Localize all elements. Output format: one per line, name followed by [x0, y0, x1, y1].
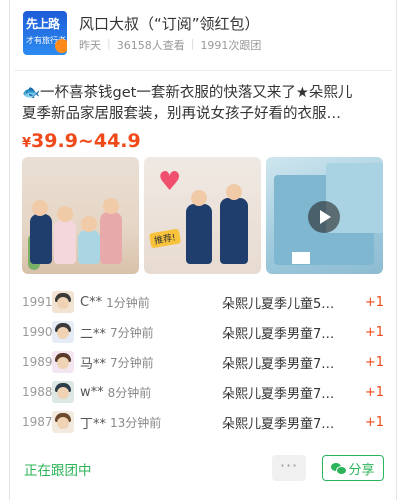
logo-badge-icon: [55, 39, 67, 53]
list-item[interactable]: 1990 二** 7分钟前 朵熙儿夏季男童7… +1: [22, 317, 384, 347]
divider: [14, 70, 392, 71]
share-button[interactable]: 分享: [322, 455, 384, 481]
avatar: [52, 411, 74, 433]
list-item[interactable]: 1991 C** 1分钟前 朵熙儿夏季儿童5… +1: [22, 287, 384, 317]
join-status[interactable]: 正在跟团中: [24, 459, 92, 479]
follower-list: 1991 C** 1分钟前 朵熙儿夏季儿童5… +1 1990 二** 7分钟前…: [22, 287, 384, 437]
price-value: 39.9~44.9: [31, 130, 141, 152]
product-video-packaging[interactable]: [266, 157, 383, 274]
list-item[interactable]: 1988 w** 8分钟前 朵熙儿夏季男童7… +1: [22, 377, 384, 407]
share-label: 分享: [348, 462, 375, 478]
recommend-tag: 推荐!: [148, 228, 181, 249]
price-range: ¥39.9~44.9: [22, 130, 141, 152]
list-item[interactable]: 1989 马** 7分钟前 朵熙儿夏季男童7… +1: [22, 347, 384, 377]
avatar: [52, 381, 74, 403]
post-footer: 正在跟团中 ··· 分享: [22, 455, 384, 483]
post-meta: 昨天 | 36158人查看 | 1991次跟团: [79, 37, 262, 52]
wechat-icon: [331, 462, 348, 475]
view-count: 36158人查看: [116, 39, 185, 52]
play-icon[interactable]: [308, 201, 340, 233]
avatar: [52, 351, 74, 373]
package-label: [292, 252, 310, 264]
product-images: ♥ 推荐!: [22, 157, 383, 274]
product-image-kids-pajamas[interactable]: ♥ 推荐!: [144, 157, 261, 274]
list-item[interactable]: 1987 丁** 13分钟前 朵熙儿夏季男童7… +1: [22, 407, 384, 437]
join-count: 1991次跟团: [200, 39, 262, 52]
logo-text: 先上路: [26, 17, 60, 31]
more-button[interactable]: ···: [272, 455, 306, 481]
post-header: 先上路 才有旅行者 风口大叔（“订阅”领红包） 昨天 | 36158人查看 | …: [23, 11, 261, 55]
description-line-2: 夏季新品家居服套装，别再说女孩子好看的衣服…: [22, 106, 341, 122]
post-date: 昨天: [79, 39, 101, 52]
group-logo[interactable]: 先上路 才有旅行者: [23, 11, 67, 55]
heart-icon: ♥: [158, 167, 182, 197]
product-image-kids-group[interactable]: [22, 157, 139, 274]
post-description[interactable]: 🐟一杯喜茶钱get一套新衣服的快落又来了★朵熙儿 夏季新品家居服套装，别再说女孩…: [22, 83, 382, 125]
avatar: [52, 321, 74, 343]
avatar: [52, 291, 74, 313]
currency-symbol: ¥: [22, 136, 32, 151]
description-line-1: 🐟一杯喜茶钱get一套新衣服的快落又来了★朵熙儿: [22, 85, 353, 101]
group-title[interactable]: 风口大叔（“订阅”领红包）: [79, 13, 261, 35]
